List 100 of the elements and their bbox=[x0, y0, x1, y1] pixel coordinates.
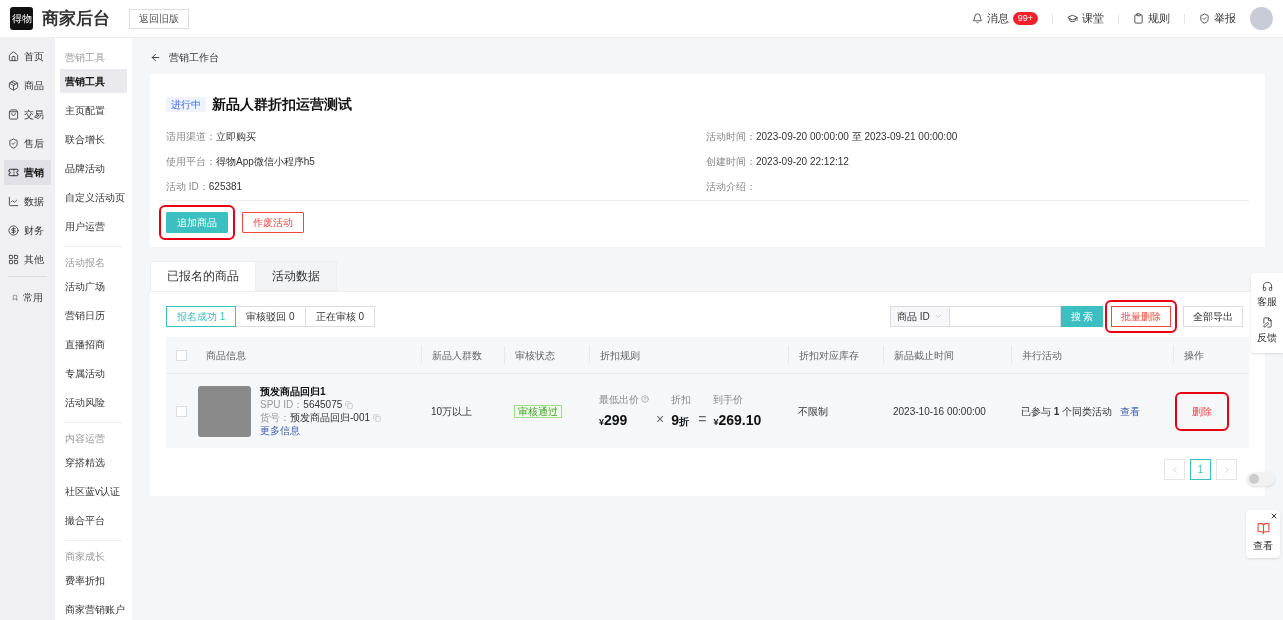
price-label: 到手价 bbox=[713, 392, 745, 407]
sub-nav-item[interactable]: 直播招商 bbox=[65, 332, 122, 356]
help-icon[interactable] bbox=[641, 395, 649, 403]
toggle-switch[interactable] bbox=[1247, 472, 1275, 486]
ticket-icon bbox=[8, 167, 19, 178]
status-filter[interactable]: 正在审核 0 bbox=[304, 306, 376, 327]
sub-nav-item[interactable]: 自定义活动页 bbox=[60, 185, 127, 209]
search-type-select[interactable]: 商品 ID bbox=[890, 306, 950, 327]
delete-link[interactable]: 删除 bbox=[1192, 403, 1212, 419]
activity-button[interactable]: 作废活动 bbox=[242, 212, 304, 233]
close-icon[interactable] bbox=[1270, 512, 1278, 520]
view-link[interactable]: 查看 bbox=[1120, 403, 1141, 419]
header-link[interactable]: 规则 bbox=[1133, 10, 1170, 27]
bag-icon bbox=[8, 109, 19, 120]
field-label: 活动介绍： bbox=[706, 180, 756, 194]
copy-icon[interactable] bbox=[373, 413, 381, 422]
shield-icon bbox=[1199, 13, 1210, 24]
old-version-button[interactable]: 返回旧版 bbox=[129, 8, 189, 29]
header-link[interactable]: 举报 bbox=[1199, 10, 1236, 27]
status-filter[interactable]: 审核驳回 0 bbox=[235, 306, 306, 327]
field-value: 2023-09-20 00:00:00 至 2023-09-21 00:00:00 bbox=[756, 130, 958, 144]
shield-icon bbox=[8, 138, 19, 149]
tab[interactable]: 活动数据 bbox=[256, 261, 337, 291]
header-link[interactable]: 消息 bbox=[971, 10, 1009, 27]
main-nav-item[interactable]: 其他 bbox=[4, 247, 51, 272]
column-header: 新品人群数 bbox=[432, 348, 482, 363]
column-header: 操作 bbox=[1184, 348, 1204, 363]
home-icon bbox=[8, 51, 19, 62]
main-nav-item[interactable]: 售后 bbox=[4, 131, 51, 156]
floating-tool[interactable]: 反馈 bbox=[1257, 317, 1277, 345]
previous-page-button[interactable] bbox=[1164, 459, 1185, 480]
review-status-tag: 审核通过 bbox=[514, 404, 562, 418]
checkbox[interactable] bbox=[175, 349, 187, 361]
product-image-placeholder bbox=[198, 385, 251, 437]
more-info-link[interactable]: 更多信息 bbox=[260, 424, 381, 437]
discount-label: 折扣 bbox=[671, 392, 692, 407]
audience-size: 10万以上 bbox=[431, 405, 473, 417]
avatar[interactable] bbox=[1250, 7, 1273, 30]
sub-nav-item[interactable]: 撮合平台 bbox=[65, 508, 122, 532]
main-nav-item[interactable]: 商品 bbox=[4, 73, 51, 98]
clipboard-icon bbox=[1133, 13, 1144, 24]
main-nav-item[interactable]: 营销 bbox=[4, 160, 51, 185]
search-field[interactable] bbox=[950, 306, 1061, 327]
main-nav-item[interactable]: 数据 bbox=[4, 189, 51, 214]
table-action-button[interactable]: 全部导出 bbox=[1183, 306, 1243, 327]
next-page-button[interactable] bbox=[1216, 459, 1237, 480]
deadline: 2023-10-16 00:00:00 bbox=[893, 405, 986, 417]
field-value: 立即购买 bbox=[216, 130, 256, 144]
box-icon bbox=[8, 80, 19, 91]
main-nav-item[interactable]: 常用 bbox=[8, 285, 47, 310]
sub-nav-item[interactable]: 联合增长 bbox=[60, 127, 127, 151]
sub-nav-item[interactable]: 专属活动 bbox=[65, 361, 122, 385]
main-nav-item[interactable]: 财务 bbox=[4, 218, 51, 243]
stock-limit: 不限制 bbox=[798, 405, 828, 417]
chart-icon bbox=[8, 196, 19, 207]
tab[interactable]: 已报名的商品 bbox=[150, 261, 256, 291]
app-title: 商家后台 bbox=[42, 7, 110, 30]
headset-icon bbox=[1261, 281, 1273, 292]
nav-section-heading: 活动报名 bbox=[65, 257, 106, 269]
currency-sign: ¥ bbox=[599, 416, 604, 429]
view-label[interactable]: 查看 bbox=[1253, 538, 1273, 553]
min-price: 299 bbox=[604, 410, 628, 430]
caret-icon bbox=[933, 312, 943, 321]
sub-nav-item[interactable]: 主页配置 bbox=[60, 98, 127, 122]
grid-icon bbox=[8, 254, 19, 265]
price-label: 最低出价 bbox=[599, 392, 639, 407]
sub-nav-item[interactable]: 社区蓝v认证 bbox=[65, 479, 122, 503]
sub-nav-item[interactable]: 营销日历 bbox=[65, 303, 122, 327]
column-header: 商品信息 bbox=[206, 348, 246, 363]
sub-nav-item[interactable]: 品牌活动 bbox=[60, 156, 127, 180]
column-header: 折扣规则 bbox=[600, 348, 640, 363]
checkbox[interactable] bbox=[175, 405, 187, 417]
field-label: 活动 ID： bbox=[166, 180, 209, 194]
copy-icon[interactable] bbox=[345, 400, 354, 409]
header-link[interactable]: 课堂 bbox=[1067, 10, 1104, 27]
discount-value: 9 bbox=[671, 410, 679, 430]
sub-nav-item[interactable]: 活动广场 bbox=[65, 274, 122, 298]
field-label: 创建时间： bbox=[706, 155, 756, 169]
discount-unit: 折 bbox=[679, 414, 689, 429]
sub-nav-item[interactable]: 活动风险 bbox=[65, 390, 122, 414]
field-label: 适用渠道： bbox=[166, 130, 216, 144]
nav-section-heading: 营销工具 bbox=[64, 52, 106, 64]
sub-nav-item[interactable]: 穿搭精选 bbox=[65, 450, 122, 474]
message-count-badge: 99+ bbox=[1012, 12, 1038, 25]
column-header: 并行活动 bbox=[1022, 348, 1062, 363]
product-name[interactable]: 预发商品回归1 bbox=[260, 385, 381, 398]
logo: 得物 bbox=[10, 7, 33, 30]
main-nav-item[interactable]: 交易 bbox=[4, 102, 51, 127]
spu-id: 5645075 bbox=[303, 398, 343, 411]
currency-sign: ¥ bbox=[713, 416, 719, 429]
back-arrow-icon[interactable] bbox=[150, 51, 161, 63]
graduation-cap-icon bbox=[1067, 13, 1078, 24]
edit-icon bbox=[1261, 317, 1273, 328]
floating-tool[interactable]: 客服 bbox=[1257, 281, 1277, 309]
equals-sign: = bbox=[698, 409, 707, 429]
table-action-button[interactable]: 批量删除 bbox=[1111, 306, 1171, 327]
main-nav-item[interactable]: 首页 bbox=[4, 44, 51, 69]
sub-nav-item[interactable]: 费率折扣 bbox=[65, 568, 122, 592]
sub-nav-item[interactable]: 用户运营 bbox=[60, 214, 127, 238]
sub-nav-item[interactable]: 营销工具 bbox=[60, 69, 127, 93]
